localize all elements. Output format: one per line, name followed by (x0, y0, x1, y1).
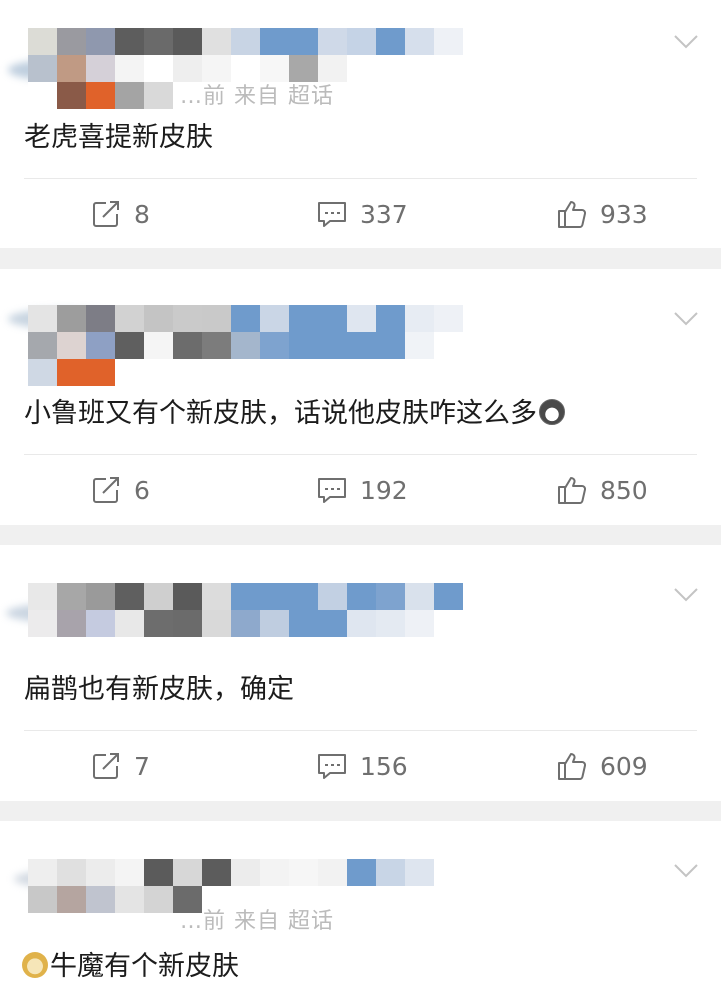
post-card: …前 来自 超话 牛魔有个新皮肤 (0, 821, 721, 1000)
like-count: 850 (600, 475, 648, 505)
chevron-down-icon[interactable] (673, 305, 699, 331)
comment-count: 192 (360, 475, 408, 505)
post-card: 扁鹊也有新皮肤，确定 7 156 609 (0, 545, 721, 801)
husky-emoji-icon (539, 399, 565, 425)
like-count: 609 (600, 751, 648, 781)
post-content: 小鲁班又有个新皮肤，话说他皮肤咋这么多 (24, 396, 565, 432)
like-button[interactable]: 933 (556, 179, 648, 249)
post-content: 扁鹊也有新皮肤，确定 (24, 674, 294, 705)
repost-icon (93, 477, 119, 503)
post-content: 牛魔有个新皮肤 (22, 949, 239, 985)
thumbs-up-icon (558, 201, 586, 228)
comment-button[interactable]: 337 (316, 179, 408, 249)
comment-icon (318, 754, 346, 779)
chevron-down-icon[interactable] (673, 857, 699, 883)
post-card: 小鲁班又有个新皮肤，话说他皮肤咋这么多 6 192 850 (0, 269, 721, 525)
repost-count: 6 (134, 475, 150, 505)
like-button[interactable]: 609 (556, 731, 648, 801)
repost-button[interactable]: 6 (90, 455, 150, 525)
post-card: …前 来自 超话 老虎喜提新皮肤 8 337 933 (0, 0, 721, 248)
post-meta: …前 来自 超话 (180, 909, 334, 934)
comment-button[interactable]: 156 (316, 731, 408, 801)
action-bar: 7 156 609 (0, 731, 721, 801)
doge-emoji-icon (22, 952, 48, 978)
chevron-down-icon[interactable] (673, 581, 699, 607)
comment-icon (318, 202, 346, 227)
blurred-username (28, 583, 463, 637)
repost-icon (93, 201, 119, 227)
thumbs-up-icon (558, 477, 586, 504)
thumbs-up-icon (558, 753, 586, 780)
comment-count: 337 (360, 199, 408, 229)
repost-count: 7 (134, 751, 150, 781)
comment-button[interactable]: 192 (316, 455, 408, 525)
post-content-text: 牛魔有个新皮肤 (50, 951, 239, 982)
repost-button[interactable]: 7 (90, 731, 150, 801)
comment-count: 156 (360, 751, 408, 781)
repost-count: 8 (134, 199, 150, 229)
blurred-username (28, 305, 463, 386)
like-count: 933 (600, 199, 648, 229)
action-bar: 8 337 933 (0, 179, 721, 249)
post-meta: …前 来自 超话 (180, 84, 334, 109)
chevron-down-icon[interactable] (673, 28, 699, 54)
repost-button[interactable]: 8 (90, 179, 150, 249)
repost-icon (93, 753, 119, 779)
action-bar: 6 192 850 (0, 455, 721, 525)
post-content: 老虎喜提新皮肤 (24, 122, 213, 153)
like-button[interactable]: 850 (556, 455, 648, 525)
comment-icon (318, 478, 346, 503)
post-content-text: 小鲁班又有个新皮肤，话说他皮肤咋这么多 (24, 398, 537, 429)
